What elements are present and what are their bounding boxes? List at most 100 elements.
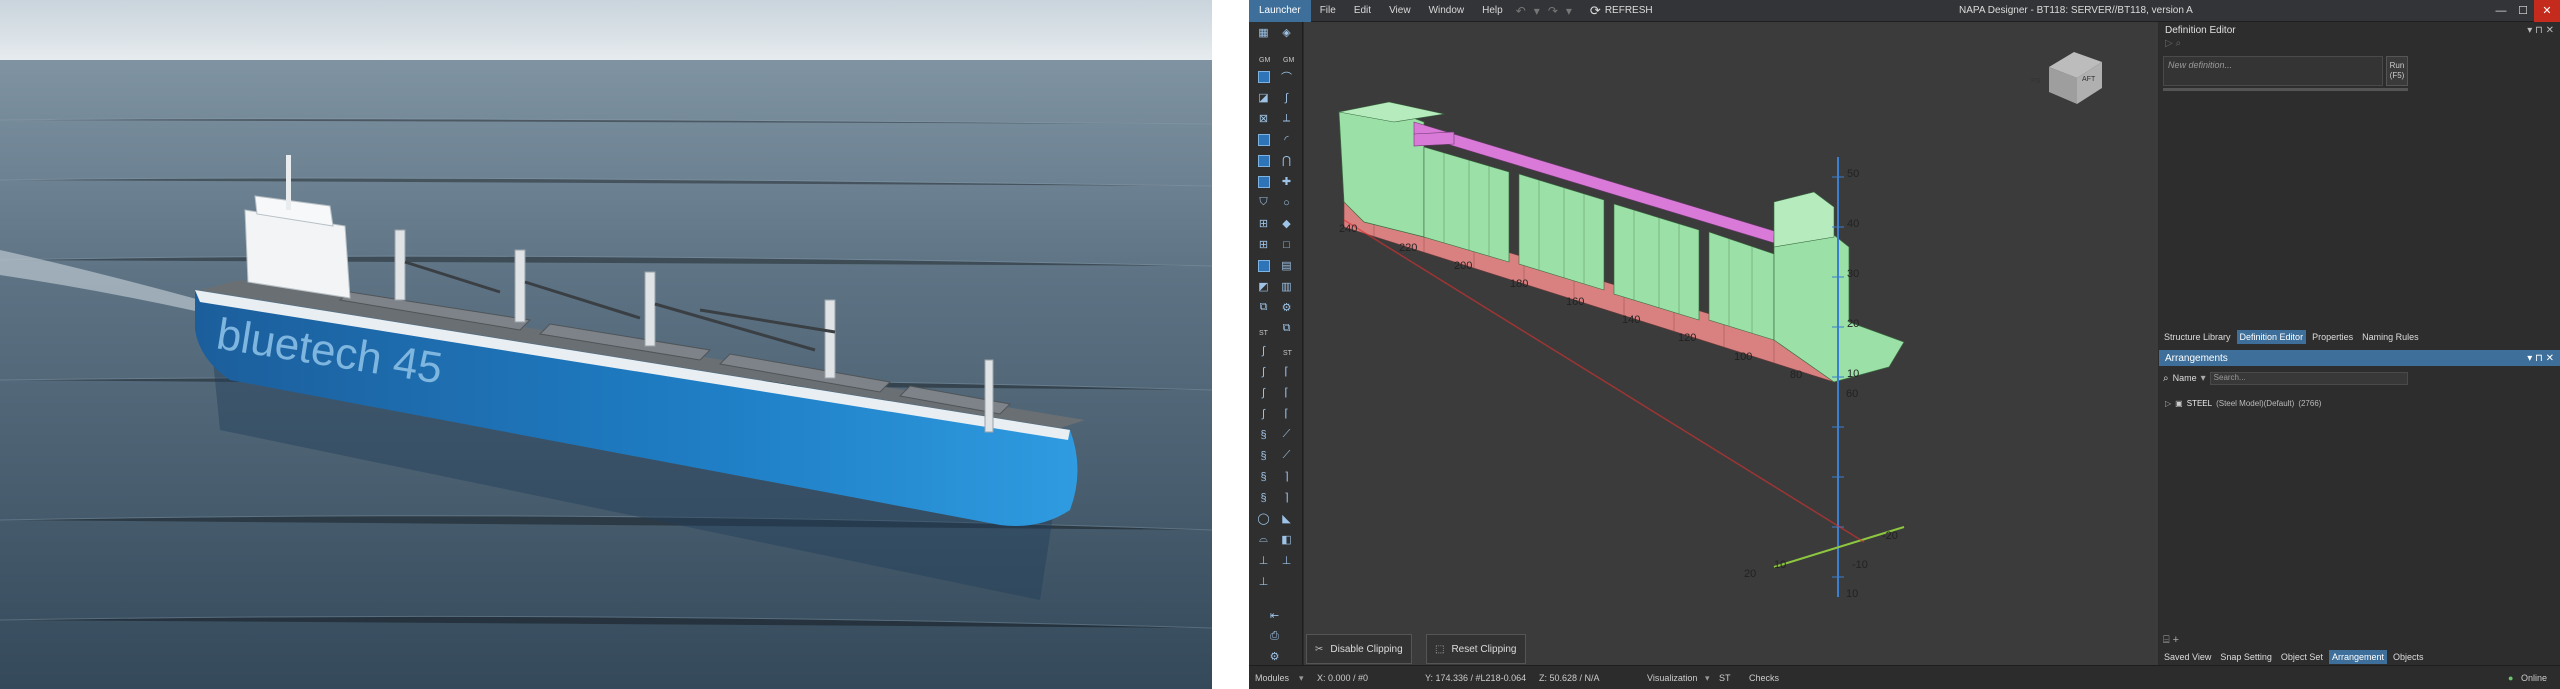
profile2-tool-icon[interactable]: ∫ <box>1254 363 1273 380</box>
plate-tool-icon[interactable] <box>1254 173 1273 190</box>
redo-dropdown-icon[interactable]: ▾ <box>1562 4 1576 18</box>
bracket-tool-icon[interactable]: ◩ <box>1254 278 1273 295</box>
menu-help[interactable]: Help <box>1473 5 1512 16</box>
flange-tool-icon[interactable]: ⌈ <box>1277 363 1296 380</box>
plane-tool-icon[interactable]: ◪ <box>1254 89 1273 106</box>
menu-file[interactable]: File <box>1311 5 1345 16</box>
visualization-menu[interactable]: Visualization <box>1647 673 1697 683</box>
arrangement-search-input[interactable]: Search... <box>2209 371 2408 385</box>
cut-tool-icon[interactable]: ◣ <box>1277 510 1296 527</box>
undo-icon[interactable]: ↶ <box>1512 4 1530 18</box>
tree-item-steel[interactable]: ▷ ▣ STEEL (Steel Model)(Default) (2766) <box>2165 399 2321 408</box>
profile3-tool-icon[interactable]: ∫ <box>1254 384 1273 401</box>
cross-tool-icon[interactable]: ✚ <box>1277 173 1296 190</box>
close-icon[interactable]: ✕ <box>2534 0 2560 22</box>
folder-icon[interactable]: ⌸ + <box>2163 634 2179 647</box>
edge-tool-icon[interactable]: ⌉ <box>1277 468 1296 485</box>
tab-saved-view[interactable]: Saved View <box>2161 650 2214 664</box>
layer-tool-icon[interactable]: ⧉ <box>1254 299 1273 316</box>
menu-view[interactable]: View <box>1380 5 1420 16</box>
tab-object-set[interactable]: Object Set <box>2278 650 2326 664</box>
3d-viewport[interactable]: PS AFT 240 220 200 180 160 140 120 100 8… <box>1304 22 2158 665</box>
modules-menu[interactable]: Modules <box>1255 673 1289 683</box>
line-tool-icon[interactable] <box>1254 152 1273 169</box>
page-tool-icon[interactable]: ▤ <box>1277 257 1296 274</box>
spline-tool-icon[interactable]: ∫ <box>1277 89 1296 106</box>
gear-tool-icon[interactable]: ⚙ <box>1277 299 1296 316</box>
arc-tool-icon[interactable]: ◜ <box>1277 131 1296 148</box>
disable-clipping-button[interactable]: ✂ Disable Clipping <box>1306 634 1412 664</box>
corner-tool-icon[interactable]: ⟋ <box>1277 426 1296 443</box>
vertical-axis-label: 20 <box>1847 318 1860 330</box>
settings-tool-icon[interactable]: ⚙ <box>1265 648 1284 665</box>
frame-tool-icon[interactable]: ⊞ <box>1254 236 1273 253</box>
weld-tool-icon[interactable]: ⊥ <box>1254 573 1273 590</box>
copy-tool-icon[interactable]: ⧉ <box>1277 320 1296 337</box>
expand-arrow-icon[interactable]: ▷ <box>2165 399 2171 408</box>
refresh-button[interactable]: ⟳ REFRESH <box>1590 3 1653 19</box>
flange2-tool-icon[interactable]: ⌈ <box>1277 384 1296 401</box>
curve-tool-icon[interactable]: ⌒ <box>1277 68 1296 85</box>
split-tool-icon[interactable]: ⊞ <box>1254 215 1273 232</box>
mesh-tool-icon[interactable]: ⊠ <box>1254 110 1273 127</box>
search-small-icon[interactable]: ⌕ <box>2175 38 2181 49</box>
measure-tool-icon[interactable]: ⇤ <box>1265 607 1284 624</box>
tab-objects[interactable]: Objects <box>2390 650 2427 664</box>
name-filter-dropdown[interactable]: Name <box>2173 373 2197 383</box>
profile-tool-icon[interactable]: ∫ <box>1254 342 1273 359</box>
flange3-tool-icon[interactable]: ⌈ <box>1277 405 1296 422</box>
visualization-chevron-icon[interactable]: ▾ <box>1705 673 1710 684</box>
tab-snap-setting[interactable]: Snap Setting <box>2217 650 2275 664</box>
minimize-icon[interactable]: — <box>2490 0 2512 22</box>
export-tool-icon[interactable]: ⎙ <box>1265 628 1284 645</box>
menu-edit[interactable]: Edit <box>1345 5 1380 16</box>
seam3-tool-icon[interactable]: § <box>1254 468 1273 485</box>
corner2-tool-icon[interactable]: ⟋ <box>1277 447 1296 464</box>
notch-tool-icon[interactable]: ⌓ <box>1254 531 1273 548</box>
tab-structure-library[interactable]: Structure Library <box>2161 330 2234 344</box>
tab-definition-editor[interactable]: Definition Editor <box>2236 330 2307 344</box>
modules-chevron-icon[interactable]: ▾ <box>1299 673 1304 684</box>
hole-tool-icon[interactable]: ◯ <box>1254 510 1273 527</box>
profile4-tool-icon[interactable]: ∫ <box>1254 405 1273 422</box>
knuckle-tool-icon[interactable]: ⋂ <box>1277 152 1296 169</box>
tbar-tool-icon[interactable]: ⊥ <box>1277 552 1296 569</box>
branch-tool-icon[interactable]: ⟂ <box>1277 110 1296 127</box>
maximize-icon[interactable]: ☐ <box>2512 0 2534 22</box>
point-tool-icon[interactable] <box>1254 131 1273 148</box>
nav-cube-ps-label: PS <box>2031 78 2041 85</box>
menu-window[interactable]: Window <box>1420 5 1474 16</box>
run-button[interactable]: Run (F5) <box>2386 56 2408 86</box>
surface-tool-icon[interactable] <box>1254 68 1273 85</box>
definition-input[interactable]: New definition... <box>2168 60 2232 70</box>
tab-properties[interactable]: Properties <box>2309 330 2356 344</box>
checks-button[interactable]: Checks <box>1749 673 1779 683</box>
stiffener-tool-icon[interactable] <box>1254 257 1273 274</box>
run-small-icon[interactable]: ▷ <box>2165 38 2173 49</box>
redo-icon[interactable]: ↷ <box>1544 4 1562 18</box>
seam2-tool-icon[interactable]: § <box>1254 447 1273 464</box>
launcher-tab[interactable]: Launcher <box>1249 0 1311 22</box>
sniper-tool-icon[interactable]: ⊥ <box>1254 552 1273 569</box>
edge2-tool-icon[interactable]: ⌉ <box>1277 489 1296 506</box>
square-tool-icon[interactable]: □ <box>1277 236 1296 253</box>
seam-tool-icon[interactable]: § <box>1254 426 1273 443</box>
reset-clipping-button[interactable]: ⬚ Reset Clipping <box>1426 634 1526 664</box>
chevron-down-icon[interactable]: ▾ <box>2201 373 2206 384</box>
grid-diamond-tool-icon[interactable]: ◈ <box>1277 24 1296 41</box>
seam4-tool-icon[interactable]: § <box>1254 489 1273 506</box>
corner3-tool-icon[interactable]: ◧ <box>1277 531 1296 548</box>
doc-tool-icon[interactable]: ▥ <box>1277 278 1296 295</box>
circle-tool-icon[interactable]: ○ <box>1277 194 1296 211</box>
undo-dropdown-icon[interactable]: ▾ <box>1530 4 1544 18</box>
grid-tool-icon[interactable]: ▦ <box>1254 24 1273 41</box>
panel-pin-icon[interactable]: ▾ ⊓ ✕ <box>2527 25 2554 36</box>
tab-arrangement[interactable]: Arrangement <box>2328 650 2387 664</box>
definition-input-area[interactable]: New definition... <box>2163 56 2383 86</box>
arrangements-controls-icon[interactable]: ▾ ⊓ ✕ <box>2527 353 2554 364</box>
splitter[interactable] <box>2163 88 2408 91</box>
diamond-tool-icon[interactable]: ◆ <box>1277 215 1296 232</box>
shield-tool-icon[interactable]: ⛉ <box>1254 194 1273 211</box>
tab-naming-rules[interactable]: Naming Rules <box>2359 330 2422 344</box>
run-label: Run <box>2389 61 2405 70</box>
